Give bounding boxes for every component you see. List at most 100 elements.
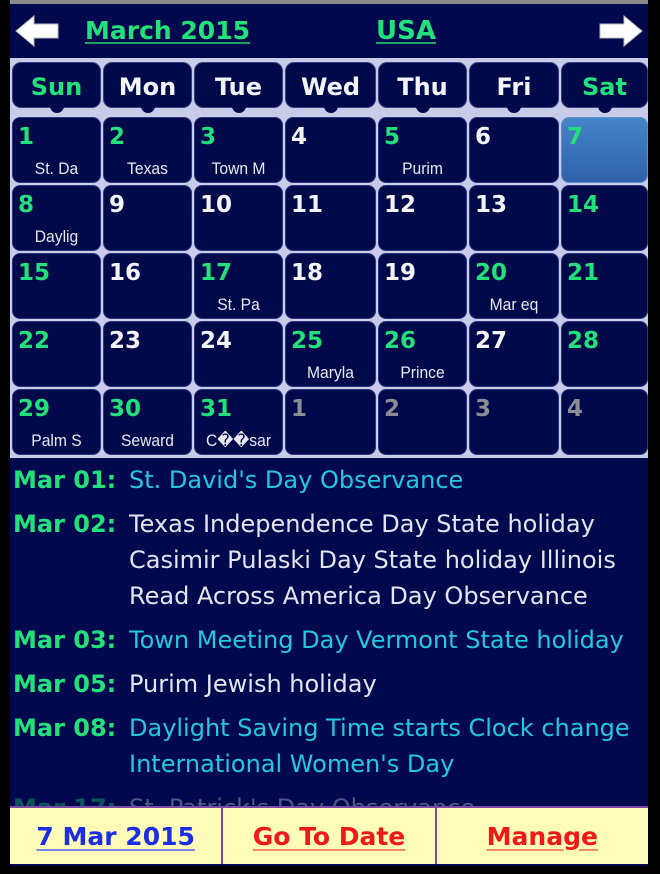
day-cell[interactable]: 1 — [285, 389, 376, 455]
day-cell[interactable]: 6 — [469, 117, 559, 183]
event-list[interactable]: Mar 01: St. David's Day Observance Mar 02:… — [10, 462, 648, 806]
event-text: St. Patrick's Day Observance — [129, 790, 475, 806]
weekday-thu: Thu — [378, 62, 467, 113]
event-line: International Women's Day — [129, 750, 455, 778]
event-row[interactable]: Mar 05: Purim Jewish holiday — [13, 666, 377, 702]
event-row[interactable]: Mar 01: St. David's Day Observance — [13, 462, 463, 498]
day-cell[interactable]: 5 Purim — [378, 117, 467, 183]
event-line: Town Meeting Day Vermont State holiday — [129, 626, 624, 654]
day-cell[interactable]: 9 — [103, 185, 192, 251]
day-cell[interactable]: 17 St. Pa — [194, 253, 283, 319]
day-event-label: Town M — [211, 159, 266, 178]
event-date: Mar 01: — [13, 466, 117, 494]
day-cell[interactable]: 22 — [12, 321, 101, 387]
day-number: 24 — [200, 328, 233, 354]
day-event-label: Maryla — [307, 363, 354, 382]
day-cell[interactable]: 4 — [285, 117, 376, 183]
weekday-wed: Wed — [285, 62, 376, 113]
day-event-label: Texas — [127, 159, 168, 178]
day-number: 26 — [384, 328, 417, 354]
day-number: 16 — [109, 260, 142, 286]
event-row[interactable]: Mar 03: Town Meeting Day Vermont State ho… — [13, 622, 624, 658]
day-number: 23 — [109, 328, 142, 354]
day-number: 28 — [567, 328, 600, 354]
day-cell[interactable]: 19 — [378, 253, 467, 319]
day-event-label: St. Pa — [217, 295, 260, 314]
month-title-link[interactable]: March 2015 — [85, 16, 250, 45]
day-cell[interactable]: 8 Daylig — [12, 185, 101, 251]
arrow-right-icon[interactable] — [598, 14, 644, 48]
event-line: St. David's Day Observance — [129, 466, 464, 494]
event-date: Mar 02: — [13, 510, 117, 538]
event-text: Purim Jewish holiday — [129, 666, 377, 702]
weekday-sun: Sun — [12, 62, 101, 113]
day-number: 29 — [18, 396, 51, 422]
event-date: Mar 05: — [13, 670, 117, 698]
day-cell[interactable]: 20 Mar eq — [469, 253, 559, 319]
day-cell[interactable]: 14 — [561, 185, 648, 251]
day-number: 30 — [109, 396, 142, 422]
day-cell[interactable]: 10 — [194, 185, 283, 251]
day-cell[interactable]: 12 — [378, 185, 467, 251]
event-line: Texas Independence Day State holiday — [129, 510, 595, 538]
go-to-date-button[interactable]: Go To Date — [223, 808, 437, 864]
day-cell[interactable]: 26 Prince — [378, 321, 467, 387]
day-event-label: Purim — [402, 159, 443, 178]
day-event-label: Palm S — [31, 431, 82, 450]
day-event-label: Seward — [120, 431, 175, 450]
event-row[interactable]: Mar 08: Daylight Saving Time starts Clock… — [13, 710, 630, 782]
day-number: 9 — [109, 192, 126, 218]
day-number: 31 — [200, 396, 233, 422]
event-text: St. David's Day Observance — [129, 462, 463, 498]
day-number: 15 — [18, 260, 51, 286]
day-cell[interactable]: 30 Seward — [103, 389, 192, 455]
day-cell[interactable]: 29 Palm S — [12, 389, 101, 455]
day-cell[interactable]: 25 Maryla — [285, 321, 376, 387]
day-cell[interactable]: 27 — [469, 321, 559, 387]
day-cell[interactable]: 13 — [469, 185, 559, 251]
day-cell[interactable]: 21 — [561, 253, 648, 319]
day-event-label: Prince — [400, 363, 445, 382]
day-event-label: Mar eq — [489, 295, 539, 314]
day-cell[interactable]: 31 C��sar — [194, 389, 283, 455]
day-cell[interactable]: 11 — [285, 185, 376, 251]
day-number: 4 — [567, 396, 584, 422]
day-event-label: Daylig — [34, 227, 79, 246]
day-number: 12 — [384, 192, 417, 218]
manage-button[interactable]: Manage — [437, 808, 648, 864]
event-line: Daylight Saving Time starts Clock change — [129, 714, 630, 742]
event-line: St. Patrick's Day Observance — [129, 790, 475, 806]
day-number: 2 — [109, 124, 126, 150]
weekday-fri: Fri — [469, 62, 559, 113]
event-row[interactable]: Mar 17:St. Patrick's Day Observance — [13, 790, 475, 806]
day-cell[interactable]: 23 — [103, 321, 192, 387]
day-number: 1 — [291, 396, 308, 422]
day-cell[interactable]: 16 — [103, 253, 192, 319]
day-cell[interactable]: 3 Town M — [194, 117, 283, 183]
day-cell[interactable]: 15 — [12, 253, 101, 319]
day-number: 27 — [475, 328, 508, 354]
day-cell[interactable]: 1 St. Da — [12, 117, 101, 183]
day-cell[interactable]: 2 Texas — [103, 117, 192, 183]
day-number: 21 — [567, 260, 600, 286]
day-cell[interactable]: 2 — [378, 389, 467, 455]
day-cell[interactable]: 24 — [194, 321, 283, 387]
country-link[interactable]: USA — [376, 16, 436, 46]
day-cell[interactable]: 4 — [561, 389, 648, 455]
event-line: Purim Jewish holiday — [129, 670, 377, 698]
day-number: 11 — [291, 192, 324, 218]
today-button[interactable]: 7 Mar 2015 — [10, 808, 224, 864]
day-number: 10 — [200, 192, 233, 218]
event-row[interactable]: Mar 02: Texas Independence Day State holi… — [13, 506, 616, 614]
day-cell-selected[interactable]: 7 — [561, 117, 648, 183]
weekday-tue: Tue — [194, 62, 283, 113]
day-cell[interactable]: 28 — [561, 321, 648, 387]
day-number: 20 — [475, 260, 508, 286]
day-number: 3 — [475, 396, 492, 422]
day-event-label: C��sar — [205, 431, 272, 450]
arrow-left-icon[interactable] — [14, 14, 60, 48]
day-cell[interactable]: 18 — [285, 253, 376, 319]
month-header: March 2015 USA — [10, 4, 648, 58]
day-event-label: St. Da — [34, 159, 79, 178]
day-cell[interactable]: 3 — [469, 389, 559, 455]
